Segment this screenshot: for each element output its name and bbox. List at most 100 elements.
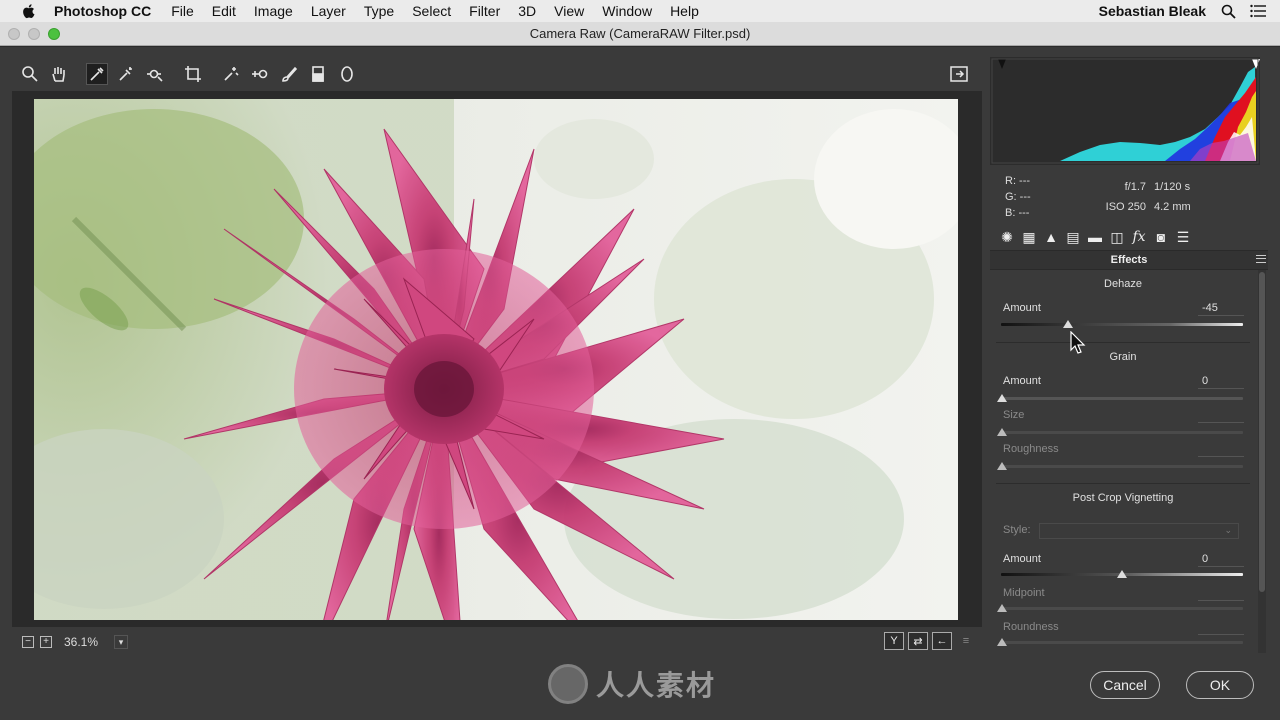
- zoom-level: 36.1%: [64, 635, 99, 649]
- menu-file[interactable]: File: [171, 3, 194, 19]
- ok-button[interactable]: OK: [1186, 671, 1254, 699]
- hsl-panel-icon[interactable]: ▤: [1064, 228, 1082, 246]
- grain-amount-slider-track[interactable]: [1001, 397, 1243, 400]
- camera-calibration-camera-icon[interactable]: ◙: [1152, 228, 1170, 246]
- targeted-adjustment-tool-icon[interactable]: [144, 63, 166, 85]
- mouse-cursor-icon: [1070, 331, 1086, 354]
- grain-size-slider-thumb[interactable]: [997, 428, 1007, 436]
- basic-panel-aperture-icon[interactable]: ✺: [998, 228, 1016, 246]
- info-readout: R: --- G: --- B: --- f/1.7 1/120 s ISO 25…: [990, 167, 1260, 225]
- divider: [996, 483, 1250, 484]
- grain-roughness-slider-track[interactable]: [1001, 465, 1243, 468]
- adjustments-side-panel: R: --- G: --- B: --- f/1.7 1/120 s ISO 25…: [990, 57, 1268, 655]
- panel-title: Effects: [1110, 254, 1148, 266]
- shutter-value: 1/120 s: [1154, 181, 1191, 193]
- spotlight-search-icon[interactable]: [1220, 3, 1236, 19]
- zoom-in-button[interactable]: +: [40, 636, 52, 648]
- menu-filter[interactable]: Filter: [469, 3, 500, 19]
- grain-roughness-slider-thumb[interactable]: [997, 462, 1007, 470]
- menu-select[interactable]: Select: [412, 3, 451, 19]
- radial-filter-tool-icon[interactable]: [336, 63, 358, 85]
- vignetting-midpoint-value[interactable]: [1198, 587, 1244, 601]
- vignetting-roundness-value[interactable]: [1198, 621, 1244, 635]
- swap-before-after-icon[interactable]: ⇄: [908, 632, 928, 650]
- crop-tool-icon[interactable]: [182, 63, 204, 85]
- vignetting-heading: Post Crop Vignetting: [1072, 492, 1174, 504]
- vignetting-amount-value[interactable]: 0: [1198, 553, 1244, 567]
- adjustment-brush-tool-icon[interactable]: [278, 63, 300, 85]
- menu-view[interactable]: View: [554, 3, 584, 19]
- detail-mountain-icon[interactable]: ▲: [1042, 228, 1060, 246]
- flower-photo[interactable]: [34, 99, 958, 620]
- image-preview-area[interactable]: [12, 91, 982, 627]
- red-eye-tool-icon[interactable]: [249, 63, 271, 85]
- minimize-window-button[interactable]: [28, 28, 40, 40]
- presets-sliders-icon[interactable]: ☰: [1174, 228, 1192, 246]
- vignetting-amount-label: Amount: [1003, 553, 1041, 565]
- white-balance-tool-icon[interactable]: [86, 63, 108, 85]
- dehaze-amount-label: Amount: [1003, 302, 1041, 314]
- fullscreen-toggle-icon[interactable]: [948, 63, 970, 85]
- vignetting-style-label: Style:: [1003, 524, 1031, 536]
- close-window-button[interactable]: [8, 28, 20, 40]
- zoom-window-button[interactable]: [48, 28, 60, 40]
- iso-value: ISO 250: [1105, 201, 1146, 213]
- toggle-settings-icon[interactable]: ≡: [956, 632, 976, 650]
- dehaze-amount-slider-thumb[interactable]: [1062, 320, 1073, 328]
- menu-edit[interactable]: Edit: [212, 3, 236, 19]
- graduated-filter-tool-icon[interactable]: [307, 63, 329, 85]
- vignetting-roundness-slider-thumb[interactable]: [997, 638, 1007, 646]
- user-name[interactable]: Sebastian Bleak: [1099, 3, 1206, 19]
- shadow-clipping-warning-icon[interactable]: [998, 59, 1006, 69]
- menu-help[interactable]: Help: [670, 3, 699, 19]
- vignetting-roundness-slider-track[interactable]: [1001, 641, 1243, 644]
- lens-corrections-icon[interactable]: ◫: [1108, 228, 1126, 246]
- zoom-out-button[interactable]: −: [22, 636, 34, 648]
- vignetting-midpoint-slider-track[interactable]: [1001, 607, 1243, 610]
- grain-amount-value[interactable]: 0: [1198, 375, 1244, 389]
- window-controls: [8, 28, 60, 40]
- menu-type[interactable]: Type: [364, 3, 394, 19]
- vignetting-style-select[interactable]: ⌄: [1039, 523, 1239, 539]
- green-readout: G: ---: [1005, 191, 1031, 203]
- grain-roughness-value[interactable]: [1198, 443, 1244, 457]
- grain-size-slider-track[interactable]: [1001, 431, 1243, 434]
- app-menu[interactable]: Photoshop CC: [54, 3, 151, 19]
- panel-title-bar: Effects: [990, 250, 1268, 270]
- copy-to-before-icon[interactable]: ←: [932, 632, 952, 650]
- cancel-button[interactable]: Cancel: [1090, 671, 1160, 699]
- scrollbar-thumb[interactable]: [1259, 272, 1265, 592]
- apple-icon[interactable]: [20, 2, 38, 20]
- menu-window[interactable]: Window: [602, 3, 652, 19]
- before-after-view-icon[interactable]: Y: [884, 632, 904, 650]
- vignetting-amount-slider-thumb[interactable]: [1117, 570, 1127, 578]
- tone-curve-grid-icon[interactable]: ▦: [1020, 228, 1038, 246]
- panel-menu-icon[interactable]: [1256, 255, 1266, 263]
- grain-roughness-label: Roughness: [1003, 443, 1059, 455]
- split-toning-icon[interactable]: ▬: [1086, 228, 1104, 246]
- vignetting-midpoint-slider-thumb[interactable]: [997, 604, 1007, 612]
- hand-tool-icon[interactable]: [48, 63, 70, 85]
- menu-layer[interactable]: Layer: [311, 3, 346, 19]
- zoom-dropdown-chevron-down-icon[interactable]: ▾: [114, 635, 129, 649]
- notification-center-icon[interactable]: [1250, 3, 1266, 19]
- grain-amount-label: Amount: [1003, 375, 1041, 387]
- window-title: Camera Raw (CameraRAW Filter.psd): [529, 26, 751, 41]
- menu-image[interactable]: Image: [254, 3, 293, 19]
- spot-removal-tool-icon[interactable]: [220, 63, 242, 85]
- grain-size-value[interactable]: [1198, 409, 1244, 423]
- color-sampler-tool-icon[interactable]: [115, 63, 137, 85]
- effects-fx-icon[interactable]: fx: [1130, 228, 1148, 246]
- grain-amount-slider-thumb[interactable]: [997, 394, 1007, 402]
- panel-tabs: ✺ ▦ ▲ ▤ ▬ ◫ fx ◙ ☰: [990, 225, 1260, 249]
- dehaze-amount-value[interactable]: -45: [1198, 302, 1244, 316]
- menu-3d[interactable]: 3D: [518, 3, 536, 19]
- chevron-down-icon: ⌄: [1224, 525, 1232, 535]
- menu-bar: Photoshop CC File Edit Image Layer Type …: [0, 0, 1280, 22]
- dehaze-amount-slider-track[interactable]: [1001, 323, 1243, 326]
- panel-scrollbar[interactable]: [1258, 270, 1266, 653]
- highlight-clipping-warning-icon[interactable]: [1252, 59, 1260, 69]
- zoom-tool-icon[interactable]: [19, 63, 41, 85]
- watermark-text: 人人素材: [596, 669, 717, 702]
- histogram: [990, 57, 1260, 165]
